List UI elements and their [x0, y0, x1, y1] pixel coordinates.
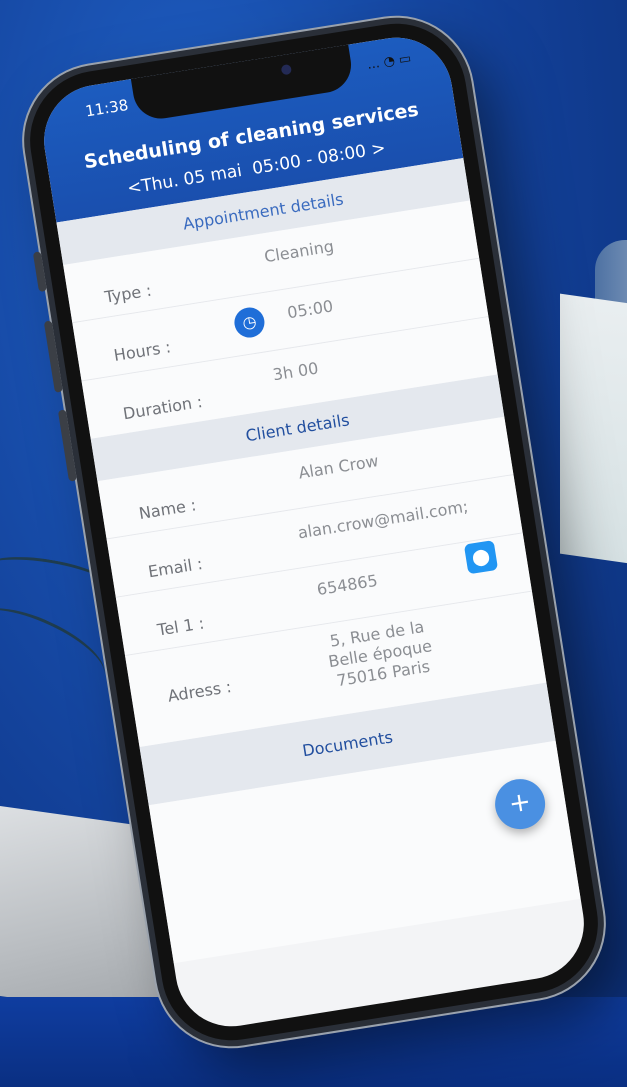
- hours-label: Hours :: [112, 337, 173, 366]
- tel-value[interactable]: 654865: [316, 571, 379, 599]
- map-pin-icon[interactable]: ⬤: [463, 540, 499, 575]
- type-label: Type :: [103, 280, 153, 307]
- type-value: Cleaning: [262, 236, 336, 267]
- hours-value[interactable]: 05:00: [286, 296, 335, 322]
- volume-down-button: [57, 409, 78, 482]
- tel-label: Tel 1 :: [155, 613, 206, 640]
- next-day-button[interactable]: >: [370, 138, 387, 160]
- mute-switch: [32, 251, 47, 293]
- time-range-label: 05:00 - 08:00: [250, 141, 368, 180]
- address-value: 5, Rue de la Belle époque 75016 Paris: [324, 616, 437, 692]
- duration-label: Duration :: [121, 392, 204, 424]
- date-label: Thu. 05 mai: [139, 160, 244, 197]
- name-label: Name :: [137, 495, 198, 524]
- clock-icon[interactable]: ◷: [232, 305, 267, 340]
- name-value: Alan Crow: [297, 451, 380, 483]
- duration-value: 3h 00: [271, 358, 320, 385]
- email-label: Email :: [146, 553, 204, 582]
- address-label: Adress :: [166, 676, 233, 706]
- volume-up-button: [43, 320, 63, 393]
- background-map: [560, 293, 627, 567]
